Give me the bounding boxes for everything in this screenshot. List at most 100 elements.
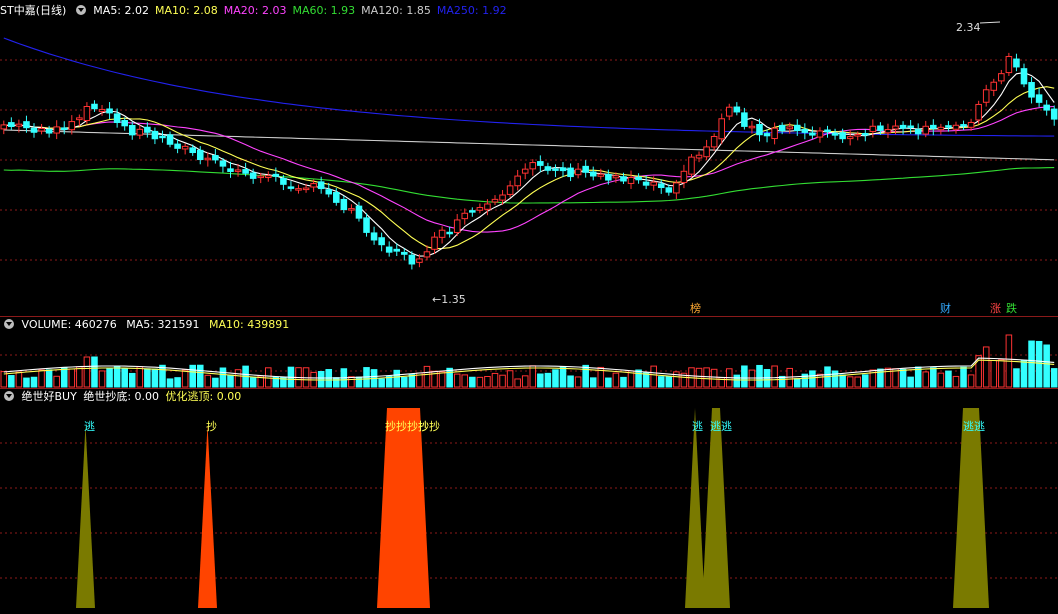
- candle-body: [710, 135, 718, 148]
- collapse-icon[interactable]: [75, 5, 86, 15]
- volume-bar: [967, 374, 975, 388]
- candle-body: [1050, 108, 1058, 120]
- candle-body: [642, 181, 650, 186]
- collapse-icon[interactable]: [4, 391, 14, 401]
- ma-label-3: MA60: 1.93: [292, 4, 356, 17]
- volume-bar: [922, 371, 930, 388]
- candle-body: [627, 176, 635, 184]
- candle-body: [688, 156, 695, 175]
- candle-body: [725, 106, 733, 117]
- main-panel-header: ST中嘉(日线) MA5: 2.02 MA10: 2.08 MA20: 2.03 MA…: [0, 3, 519, 19]
- candle-body: [393, 248, 401, 252]
- volume-bar: [1028, 340, 1035, 388]
- candle-body: [650, 181, 657, 186]
- candle-body: [589, 171, 597, 177]
- volume-bar: [113, 365, 121, 388]
- volume-bar: [1043, 344, 1050, 388]
- sell-signal-value: 优化逃顶: 0.00: [165, 390, 242, 403]
- volume-bar: [809, 370, 816, 388]
- candle-body: [771, 127, 778, 140]
- candle-body: [665, 187, 673, 193]
- ma-label-5: MA250: 1.92: [436, 4, 507, 17]
- candle-body: [506, 185, 514, 195]
- volume-bar: [552, 369, 559, 388]
- volume-bar: [741, 365, 748, 388]
- candle-body: [159, 135, 166, 139]
- volume-bar: [265, 367, 272, 388]
- candle-body: [582, 165, 589, 173]
- candle-body: [23, 121, 30, 129]
- high-arrow: [979, 21, 1001, 24]
- candle-body: [370, 232, 378, 241]
- sell-signal-spike: [685, 408, 705, 608]
- volume-ma10: MA10: 439891: [208, 318, 290, 331]
- candle-body: [348, 208, 355, 211]
- volume-bar: [136, 366, 144, 388]
- ma-label-2: MA20: 2.03: [223, 4, 287, 17]
- high-price-label: 2.34: [956, 21, 981, 34]
- signal-text: 抄抄抄抄抄: [385, 419, 440, 433]
- ma-label-1: MA10: 2.08: [155, 4, 218, 17]
- candle-body: [499, 194, 506, 201]
- candle-body: [317, 181, 325, 190]
- volume-bar: [151, 368, 159, 388]
- candle-body: [401, 251, 408, 255]
- volume-bar: [461, 374, 469, 388]
- signal-text: 逃: [84, 420, 95, 433]
- candle-body: [189, 147, 196, 154]
- candle-body: [877, 125, 884, 131]
- volume-bar: [650, 365, 657, 388]
- candle-body: [521, 168, 529, 174]
- volume-bar: [249, 377, 257, 388]
- candle-body: [60, 127, 68, 130]
- buy-signal-plateau: [377, 408, 430, 608]
- candle-body: [620, 176, 627, 182]
- candle-body: [385, 246, 393, 253]
- candle-body: [8, 122, 15, 127]
- volume-bar: [537, 373, 544, 388]
- volume-bar: [945, 370, 952, 388]
- collapse-icon[interactable]: [4, 319, 14, 329]
- volume-bar: [854, 376, 862, 388]
- volume-bar: [144, 368, 151, 388]
- candle-body: [98, 108, 106, 112]
- candle-body: [930, 124, 937, 129]
- candle-body: [469, 210, 476, 213]
- candle-body: [136, 128, 144, 136]
- volume-bar: [204, 374, 212, 388]
- candle-body: [786, 126, 794, 130]
- volume-bar: [174, 377, 181, 388]
- candle-body: [113, 113, 121, 124]
- candle-body: [128, 124, 136, 136]
- volume-bar: [862, 374, 869, 388]
- volume-ma5: MA5: 321591: [126, 318, 200, 331]
- candle-body: [204, 157, 212, 161]
- volume-bar: [30, 376, 38, 388]
- candle-body: [446, 231, 453, 235]
- candle-body: [839, 132, 846, 140]
- candle-body: [1028, 82, 1035, 98]
- candle-body: [355, 205, 363, 219]
- volume-bar: [574, 376, 582, 388]
- candle-body: [106, 108, 113, 114]
- ma60-line: [3, 167, 1055, 204]
- volume-bar: [620, 376, 627, 388]
- ma5-line: [3, 72, 1055, 257]
- volume-bar: [665, 375, 673, 388]
- candle-body: [265, 175, 272, 179]
- candle-body: [567, 167, 574, 178]
- volume-bar: [710, 368, 718, 388]
- candle-body: [937, 126, 945, 131]
- volume-bar: [514, 378, 521, 388]
- volume-bar: [98, 370, 106, 388]
- buy-signal-spike: [198, 425, 217, 608]
- candle-body: [461, 212, 469, 220]
- candle-body: [544, 166, 552, 171]
- volume-bar: [635, 369, 642, 388]
- candle-body: [733, 106, 741, 113]
- volume-bar: [733, 374, 741, 388]
- candle-body: [718, 118, 725, 140]
- volume-bar: [446, 367, 453, 388]
- volume-bar: [657, 376, 665, 388]
- candle-body: [144, 126, 151, 133]
